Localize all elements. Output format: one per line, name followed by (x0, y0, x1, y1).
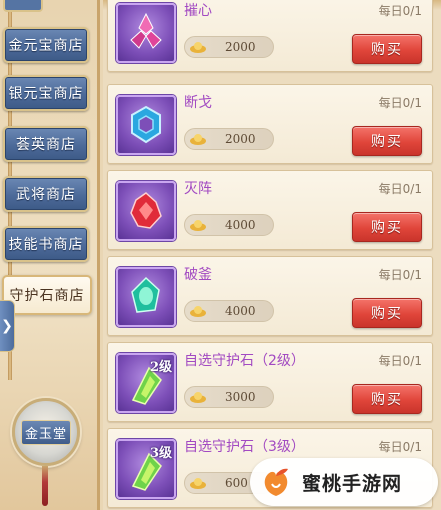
teal-crystal-icon (131, 276, 160, 313)
daily-limit: 每日0/1 (378, 440, 422, 454)
list-item: 破釜 每日0/1 4000 购买 (107, 256, 433, 336)
item-price: 4000 (225, 304, 256, 318)
sidebar-tab-partial[interactable] (3, 0, 43, 12)
list-item: 2级 自选守护石（2级） 每日0/1 3000 购买 (107, 342, 433, 422)
shop-sidebar: 金元宝商店 银元宝商店 荟英商店 武将商店 技能书商店 守护石商店 ❯ 金玉堂 (0, 0, 100, 510)
jinyutang-button[interactable]: 金玉堂 (12, 398, 80, 466)
daily-limit: 每日0/1 (378, 182, 422, 196)
site-watermark: 蜜桃手游网 (250, 458, 438, 506)
item-name: 灭阵 (184, 181, 212, 197)
item-price: 2000 (225, 132, 256, 146)
gold-ingot-icon (190, 392, 206, 403)
pink-crystal-icon (130, 12, 162, 49)
level-badge: 2级 (149, 360, 172, 375)
buy-button[interactable]: 购买 (352, 298, 422, 328)
blue-crystal-icon (131, 105, 161, 144)
item-name: 断戈 (184, 95, 212, 111)
item-price: 3000 (225, 390, 256, 404)
item-name: 自选守护石（3级） (184, 439, 305, 455)
gold-ingot-icon (190, 306, 206, 317)
tab-guardian-stone-shop[interactable]: 守护石商店 (2, 275, 92, 315)
jinyutang-label: 金玉堂 (20, 419, 71, 445)
item-price: 2000 (225, 40, 256, 54)
tab-huiying-shop[interactable]: 荟英商店 (3, 126, 89, 162)
daily-limit: 每日0/1 (378, 354, 422, 368)
level-badge: 3级 (149, 446, 172, 461)
item-icon-frame[interactable]: 2级 (116, 353, 176, 413)
gold-ingot-icon (190, 478, 206, 489)
item-name: 自选守护石（2级） (184, 353, 305, 369)
expand-sidebar-button[interactable]: ❯ (0, 300, 15, 352)
price-display: 2000 (184, 36, 274, 58)
tab-silver-ingot-shop[interactable]: 银元宝商店 (3, 75, 89, 111)
item-price: 600 (225, 476, 248, 490)
price-display: 3000 (184, 386, 274, 408)
price-display: 4000 (184, 300, 274, 322)
item-icon-frame[interactable]: 3级 (116, 439, 176, 499)
item-name: 摧心 (184, 3, 212, 19)
tassel-decoration (42, 466, 48, 506)
peach-logo-icon (264, 468, 288, 496)
buy-button[interactable]: 购买 (352, 34, 422, 64)
list-item: 摧心 每日0/1 2000 购买 (107, 0, 433, 72)
daily-limit: 每日0/1 (378, 96, 422, 110)
list-item: 灭阵 每日0/1 4000 购买 (107, 170, 433, 250)
daily-limit: 每日0/1 (378, 4, 422, 18)
item-icon-frame[interactable] (116, 95, 176, 155)
item-icon-frame[interactable] (116, 181, 176, 241)
price-display: 4000 (184, 214, 274, 236)
item-icon-frame[interactable] (116, 267, 176, 327)
watermark-text: 蜜桃手游网 (302, 472, 403, 495)
tab-skill-book-shop[interactable]: 技能书商店 (3, 226, 89, 262)
daily-limit: 每日0/1 (378, 268, 422, 282)
buy-button[interactable]: 购买 (352, 212, 422, 242)
buy-button[interactable]: 购买 (352, 126, 422, 156)
list-item: 断戈 每日0/1 2000 购买 (107, 84, 433, 164)
tab-gold-ingot-shop[interactable]: 金元宝商店 (3, 27, 89, 63)
gold-ingot-icon (190, 134, 206, 145)
gold-ingot-icon (190, 220, 206, 231)
chevron-right-icon: ❯ (1, 318, 13, 334)
item-price: 4000 (225, 218, 256, 232)
gold-ingot-icon (190, 42, 206, 53)
red-crystal-icon (130, 192, 162, 229)
item-icon-frame[interactable] (116, 3, 176, 63)
tab-general-shop[interactable]: 武将商店 (3, 176, 89, 212)
item-list[interactable]: 摧心 每日0/1 2000 购买 断戈 每日0/1 2000 购买 灭阵 每日0… (103, 0, 441, 510)
price-display: 2000 (184, 128, 274, 150)
buy-button[interactable]: 购买 (352, 384, 422, 414)
item-name: 破釜 (184, 267, 212, 283)
